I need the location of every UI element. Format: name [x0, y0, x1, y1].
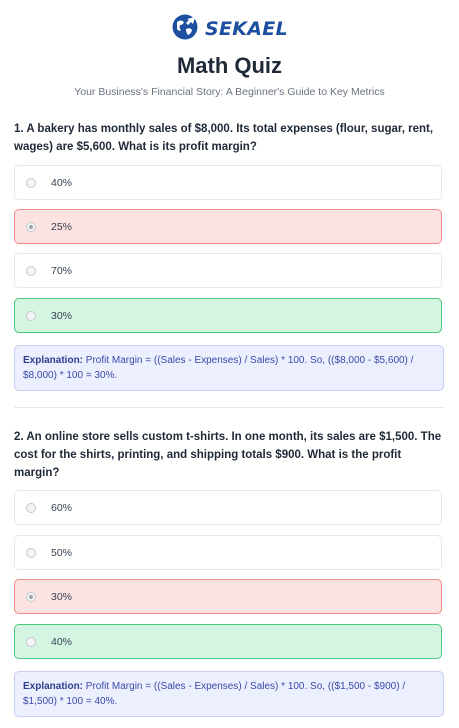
globe-arrow-icon	[171, 13, 199, 46]
question-1-option-1[interactable]: 40%	[14, 165, 442, 200]
option-label: 40%	[51, 635, 73, 648]
option-label: 30%	[51, 309, 73, 322]
question-divider	[14, 407, 444, 408]
question-2-option-1[interactable]: 60%	[14, 490, 442, 525]
option-label: 25%	[51, 220, 73, 233]
option-label: 30%	[51, 590, 73, 603]
page-subtitle: Your Business's Financial Story: A Begin…	[74, 86, 385, 98]
radio-checked-icon[interactable]	[26, 591, 36, 602]
question-1-option-3[interactable]: 70%	[14, 253, 442, 288]
question-2-option-4[interactable]: 40%	[14, 624, 442, 659]
option-label: 70%	[51, 264, 73, 277]
radio-icon[interactable]	[26, 547, 36, 558]
option-label: 60%	[51, 501, 73, 514]
question-1-option-2[interactable]: 25%	[14, 209, 442, 244]
radio-icon[interactable]	[26, 636, 36, 647]
question-2-option-2[interactable]: 50%	[14, 535, 442, 570]
question-1-text: 1. A bakery has monthly sales of $8,000.…	[14, 123, 434, 153]
question-2-text: 2. An online store sells custom t-shirts…	[14, 431, 442, 479]
option-label: 50%	[51, 546, 73, 559]
radio-checked-icon[interactable]	[26, 221, 36, 232]
option-label: 40%	[51, 176, 73, 189]
radio-icon[interactable]	[26, 177, 36, 188]
question-1-explanation: Explanation: Profit Margin = ((Sales - E…	[14, 345, 444, 391]
explanation-label: Explanation:	[23, 355, 84, 366]
page-title: Math Quiz	[176, 53, 283, 78]
radio-icon[interactable]	[26, 502, 36, 513]
brand-name: SEKAEL	[205, 18, 288, 40]
question-1-option-4[interactable]: 30%	[14, 298, 442, 333]
question-2-option-3[interactable]: 30%	[14, 579, 442, 614]
brand-logo: SEKAEL	[0, 14, 459, 44]
radio-icon[interactable]	[26, 310, 36, 321]
question-2-explanation: Explanation: Profit Margin = ((Sales - E…	[14, 671, 444, 717]
radio-icon[interactable]	[26, 265, 36, 276]
explanation-label: Explanation:	[23, 681, 84, 692]
